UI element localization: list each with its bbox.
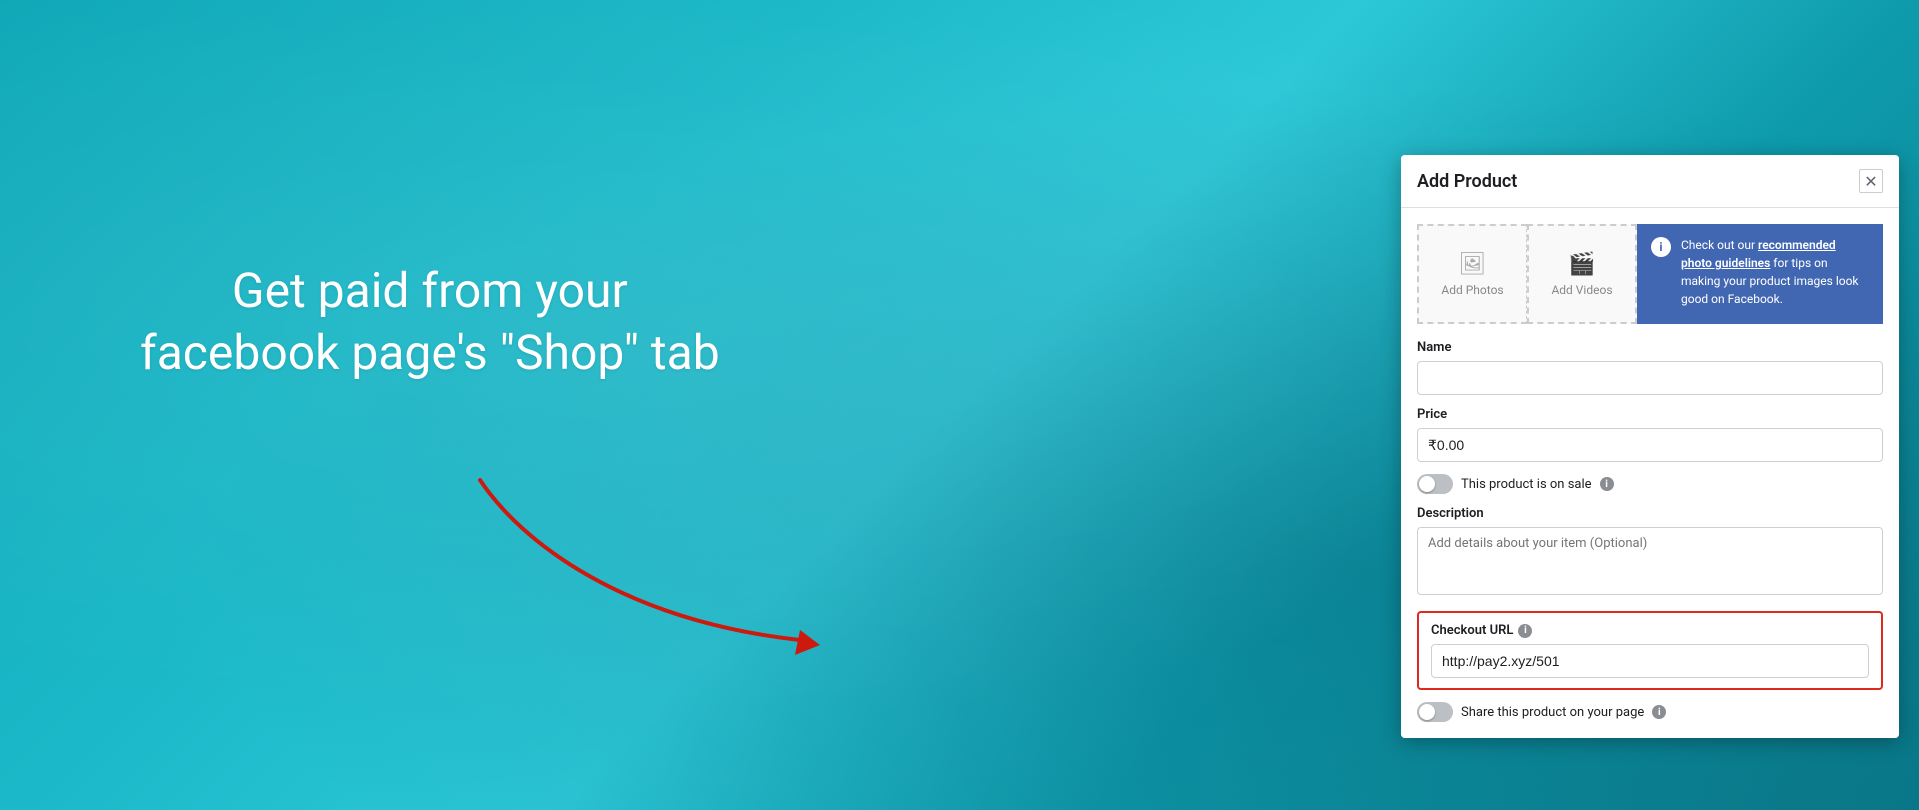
toggle-knob [1419,476,1435,492]
description-label: Description [1417,506,1883,521]
checkout-label-row: Checkout URL i [1431,623,1869,638]
checkout-url-input[interactable] [1431,644,1869,678]
checkout-info-icon[interactable]: i [1518,624,1532,638]
add-videos-button[interactable]: 🎬 Add Videos [1527,224,1637,324]
price-label: Price [1417,407,1883,422]
sale-row: This product is on sale i [1417,474,1883,494]
upload-row: 🖼 Add Photos 🎬 Add Videos i Check out ou… [1417,224,1883,324]
hero-line2: facebook page's "Shop" tab [140,322,720,384]
description-textarea[interactable] [1417,527,1883,595]
share-label: Share this product on your page [1461,705,1644,720]
photo-guidelines-panel: i Check out our recommended photo guidel… [1637,224,1883,324]
checkout-url-section: Checkout URL i [1417,611,1883,690]
name-label: Name [1417,340,1883,355]
modal-header: Add Product ✕ [1401,155,1899,208]
add-videos-label: Add Videos [1551,283,1612,297]
add-product-modal: Add Product ✕ 🖼 Add Photos 🎬 Add Videos … [1401,155,1899,738]
add-photos-button[interactable]: 🖼 Add Photos [1417,224,1527,324]
modal-title: Add Product [1417,171,1517,192]
description-wrapper [1417,527,1883,611]
sale-toggle[interactable] [1417,474,1453,494]
info-text-content: Check out our recommended photo guidelin… [1681,236,1869,312]
share-toggle[interactable] [1417,702,1453,722]
share-info-icon[interactable]: i [1652,705,1666,719]
info-prefix: Check out our [1681,238,1758,252]
modal-close-button[interactable]: ✕ [1859,169,1883,193]
share-toggle-knob [1419,704,1435,720]
checkout-label: Checkout URL [1431,623,1513,638]
price-input[interactable] [1417,428,1883,462]
hero-text: Get paid from your facebook page's "Shop… [140,260,720,385]
sale-label: This product is on sale [1461,477,1592,492]
name-input[interactable] [1417,361,1883,395]
hero-line1: Get paid from your [140,260,720,322]
modal-body: 🖼 Add Photos 🎬 Add Videos i Check out ou… [1401,208,1899,738]
add-videos-icon: 🎬 [1568,252,1595,277]
share-row: Share this product on your page i [1417,702,1883,722]
add-photos-icon: 🖼 [1459,252,1487,277]
info-icon: i [1651,237,1671,257]
sale-info-icon[interactable]: i [1600,477,1614,491]
add-photos-label: Add Photos [1441,283,1503,297]
